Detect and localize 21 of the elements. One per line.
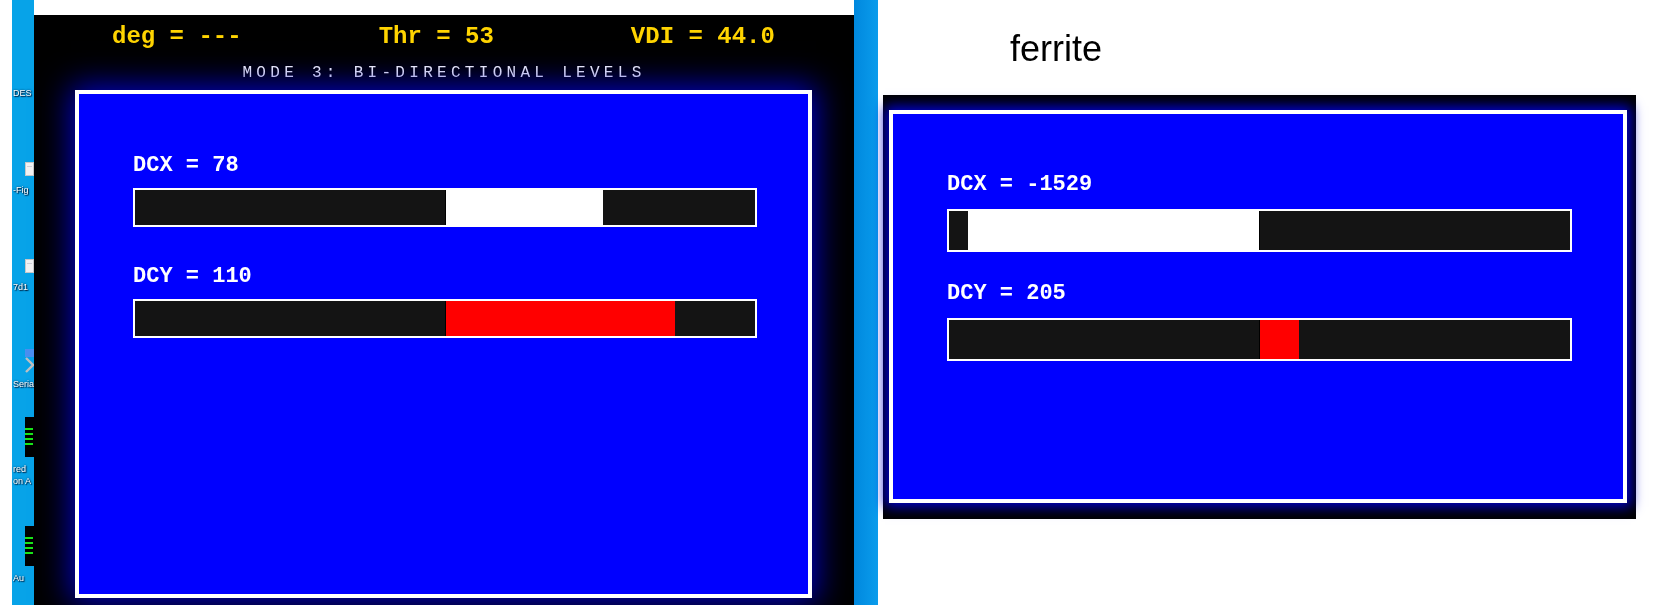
readout-text: Thr = 53 — [378, 23, 494, 51]
channel-label: DCX = -1529 — [947, 172, 1093, 198]
readout-text: deg = --- — [112, 23, 242, 51]
readout-text: VDI = 44.0 — [630, 23, 775, 51]
chevron-icon[interactable] — [25, 349, 34, 375]
desktop-icon-label[interactable]: 7d1 — [12, 281, 29, 293]
channel-label: DCY = 205 — [947, 281, 1066, 307]
level-meter-icon[interactable] — [25, 526, 34, 566]
level-meter-icon[interactable] — [25, 417, 34, 457]
channel-label: DCY = 110 — [133, 264, 252, 290]
desktop-icon-label[interactable]: Seria — [12, 378, 34, 390]
mode-title: MODE 3: BI-DIRECTIONAL LEVELS — [242, 63, 646, 83]
desktop-icon-label[interactable]: DES — [12, 87, 32, 99]
desktop-icon-label[interactable]: -Fig — [12, 184, 29, 196]
document-icon[interactable] — [25, 162, 34, 176]
desktop-icon-label[interactable]: red — [12, 463, 26, 475]
desktop-icon-label[interactable]: on A — [12, 475, 32, 487]
channel-label: DCX = 78 — [133, 153, 239, 179]
document-icon[interactable] — [25, 259, 34, 273]
desktop-icon-label[interactable]: Au — [12, 572, 24, 584]
caption-text: ferrite — [1010, 29, 1103, 69]
